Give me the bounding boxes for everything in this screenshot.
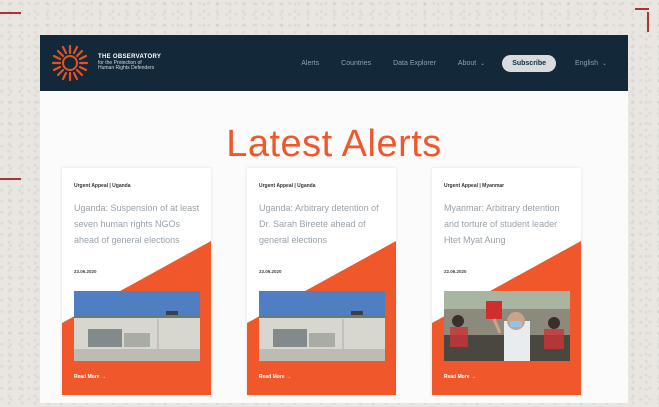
navbar: THE OBSERVATORY for the Protection of Hu… xyxy=(40,35,628,91)
language-selector[interactable]: English ⌄ xyxy=(575,60,607,67)
nav-links: Alerts Countries Data Explorer About ⌄ S… xyxy=(290,54,618,72)
sunburst-logo-icon[interactable] xyxy=(50,43,90,83)
card-date: 23.06.2020 xyxy=(74,269,97,274)
chevron-down-icon: ⌄ xyxy=(601,60,607,67)
nav-data-explorer[interactable]: Data Explorer xyxy=(393,60,436,67)
decor-corner-v xyxy=(647,12,649,32)
read-more-link[interactable]: Read More → xyxy=(444,374,476,380)
uganda-building-photo[interactable] xyxy=(259,291,385,361)
website-frame: THE OBSERVATORY for the Protection of Hu… xyxy=(40,35,628,403)
read-more-link[interactable]: Read More → xyxy=(74,374,106,380)
decor-corner-h xyxy=(635,8,649,10)
uganda-building-photo[interactable] xyxy=(74,291,200,361)
brand-text[interactable]: THE OBSERVATORY for the Protection of Hu… xyxy=(98,54,161,72)
nav-countries[interactable]: Countries xyxy=(341,60,371,67)
brand-subtitle-2: Human Rights Defenders xyxy=(98,65,155,72)
nav-about-label: About xyxy=(457,59,477,67)
alert-card-2[interactable]: Urgent Appeal | Uganda Uganda: Arbitrary… xyxy=(247,168,396,395)
subscribe-button[interactable]: Subscribe xyxy=(502,54,557,72)
chevron-down-icon: ⌄ xyxy=(480,60,486,67)
alert-card-1[interactable]: Urgent Appeal | Uganda Uganda: Suspensio… xyxy=(62,168,211,395)
alert-card-3[interactable]: Urgent Appeal | Myanmar Myanmar: Arbitra… xyxy=(432,168,581,395)
card-title[interactable]: Myanmar: Arbitrary detention and torture… xyxy=(444,200,570,248)
language-label: English xyxy=(575,59,599,67)
decor-rule-top xyxy=(0,12,21,14)
card-date: 22.06.2020 xyxy=(444,269,467,274)
card-title[interactable]: Uganda: Suspension of at least seven hum… xyxy=(74,200,200,248)
card-category: Urgent Appeal | Uganda xyxy=(259,183,316,189)
nav-alerts[interactable]: Alerts xyxy=(301,60,319,67)
card-date: 23.06.2020 xyxy=(259,269,282,274)
alert-cards: Urgent Appeal | Uganda Uganda: Suspensio… xyxy=(62,168,628,398)
card-category: Urgent Appeal | Myanmar xyxy=(444,183,505,189)
read-more-link[interactable]: Read More → xyxy=(259,374,291,380)
decor-rule-mid xyxy=(0,178,21,180)
page-title: Latest Alerts xyxy=(226,123,442,165)
nav-about[interactable]: About ⌄ xyxy=(458,60,485,67)
card-category: Urgent Appeal | Uganda xyxy=(74,183,131,189)
card-title[interactable]: Uganda: Arbitrary detention of Dr. Sarah… xyxy=(259,200,385,248)
myanmar-protest-photo[interactable] xyxy=(444,291,570,361)
